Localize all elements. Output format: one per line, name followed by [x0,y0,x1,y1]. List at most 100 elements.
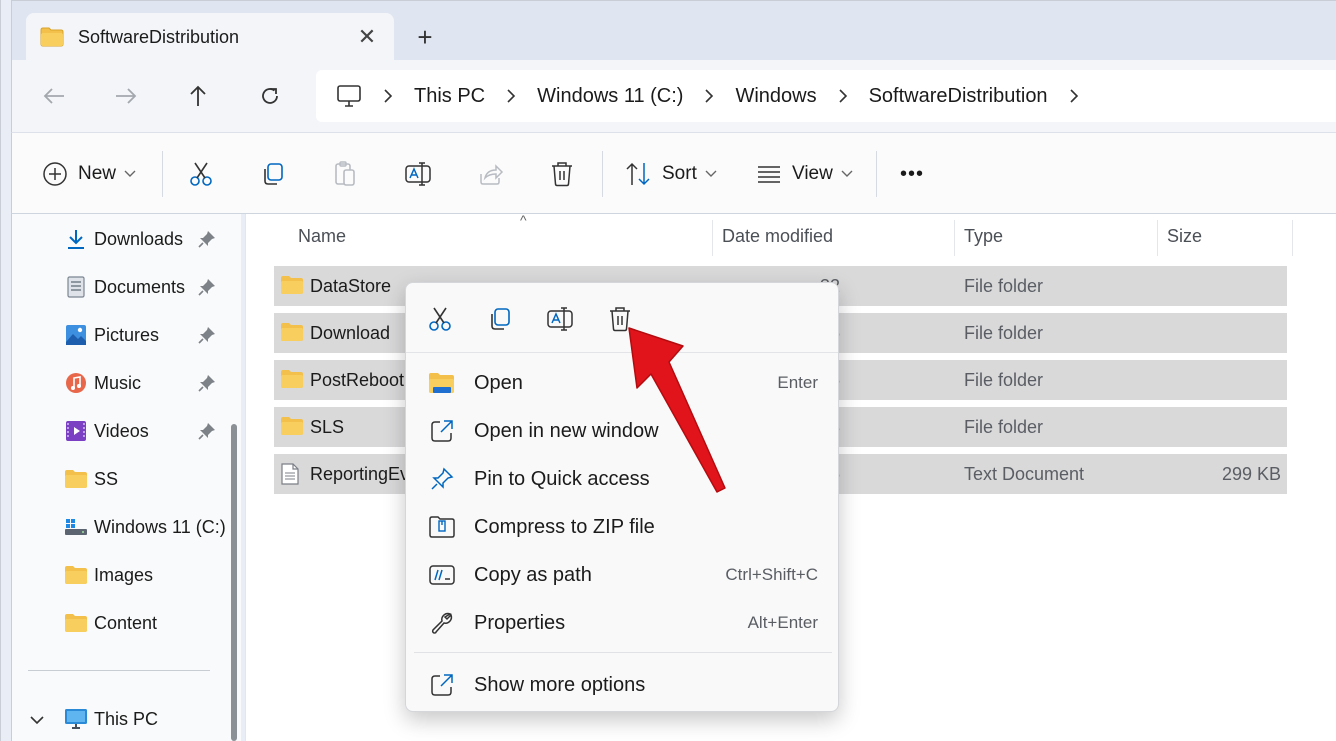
folder-icon [64,467,88,491]
forward-button[interactable] [108,78,144,114]
menu-item-open-new-window[interactable]: Open in new window [412,409,832,453]
refresh-icon [262,88,278,104]
pin-icon[interactable] [198,230,216,253]
folder-icon [280,369,304,394]
chevron-down-icon [124,170,136,177]
menu-item-shortcut: Enter [777,373,818,392]
context-menu: Open Enter Open in new window Pin to Qui… [405,282,839,712]
column-header-size[interactable]: Size [1167,226,1202,247]
breadcrumb-software-distribution[interactable]: SoftwareDistribution [869,85,1048,108]
share-button[interactable] [478,153,504,195]
sidebar-item-label: Downloads [94,228,184,249]
file-name: ReportingEv [310,464,410,484]
cut-button[interactable] [188,153,214,195]
file-size: 299 KB [1221,464,1281,484]
column-header-date[interactable]: Date modified [722,226,833,247]
close-tab-button[interactable]: ✕ [354,24,380,50]
context-delete-button[interactable] [602,301,638,337]
folder-icon [40,27,64,47]
share-icon [480,164,504,185]
more-options-icon [426,669,458,701]
trash-icon [552,162,572,187]
rename-icon [405,162,431,186]
music-icon [64,371,88,395]
menu-item-label: Properties [474,611,566,634]
sidebar-item-images[interactable]: Images [64,557,234,593]
pin-icon[interactable] [198,326,216,349]
drive-icon [64,515,88,539]
chevron-right-icon[interactable] [817,88,869,104]
breadcrumb-windows[interactable]: Windows [735,85,816,108]
menu-item-label: Show more options [474,673,646,696]
view-icon [758,166,780,183]
breadcrumb-this-pc[interactable]: This PC [414,85,485,108]
chevron-right-icon[interactable] [1048,88,1100,104]
chevron-down-icon[interactable] [30,712,44,730]
more-button[interactable]: ••• [900,153,924,195]
address-bar[interactable]: This PC Windows 11 (C:) Windows Software… [316,70,1336,122]
menu-item-shortcut: Alt+Enter [747,613,818,632]
chevron-down-icon [705,170,717,177]
new-tab-button[interactable]: + [408,21,442,55]
paste-icon [335,161,355,186]
sidebar-item-label: This PC [94,708,159,729]
sort-ascending-icon: ^ [520,212,527,228]
file-type: File folder [964,276,1044,296]
copy-button[interactable] [260,153,286,195]
pin-icon[interactable] [198,278,216,301]
file-name: SLS [310,417,345,437]
column-header-name[interactable]: Name [298,226,346,247]
rename-icon [547,307,573,331]
delete-button[interactable] [550,153,574,195]
chevron-right-icon[interactable] [362,88,414,104]
sidebar-item-label: Content [94,612,158,633]
column-header-type[interactable]: Type [964,226,1003,247]
menu-item-compress-zip[interactable]: Compress to ZIP file [412,505,832,549]
view-button[interactable]: View [756,153,853,195]
file-name: DataStore [310,276,392,296]
context-copy-button[interactable] [482,301,518,337]
computer-icon [337,85,361,107]
up-button[interactable] [180,78,216,114]
file-name: PostRebootI [310,370,410,390]
context-cut-button[interactable] [422,301,458,337]
plus-circle-icon [43,162,67,186]
chevron-right-icon[interactable] [485,88,537,104]
copy-icon [491,308,510,330]
new-button[interactable]: New [42,153,136,195]
sidebar-item-label: Pictures [94,324,160,345]
pin-icon[interactable] [198,422,216,445]
documents-icon [64,275,88,299]
menu-item-properties[interactable]: Properties Alt+Enter [412,601,832,645]
sidebar-item-content[interactable]: Content [64,605,234,641]
breadcrumb-drive[interactable]: Windows 11 (C:) [537,85,683,108]
sidebar-item-this-pc[interactable]: This PC [64,701,234,737]
context-rename-button[interactable] [542,301,578,337]
menu-item-open[interactable]: Open Enter [412,361,832,405]
new-label: New [78,163,117,184]
back-button[interactable] [36,78,72,114]
paste-button[interactable] [332,153,358,195]
tab-software-distribution[interactable]: SoftwareDistribution ✕ [26,13,394,61]
navigation-pane: Downloads Documents Pictures Music Video… [11,214,241,741]
sidebar-item-label: SS [94,468,119,489]
file-type: File folder [964,323,1044,343]
pin-icon [426,463,458,495]
menu-item-copy-as-path[interactable]: Copy as path Ctrl+Shift+C [412,553,832,597]
sidebar-item-windows-drive[interactable]: Windows 11 (C:) [64,509,234,545]
folder-icon [280,322,304,347]
rename-button[interactable] [404,153,432,195]
menu-item-show-more-options[interactable]: Show more options [412,663,832,707]
sort-button[interactable]: Sort [624,153,717,195]
tab-title: SoftwareDistribution [78,26,240,47]
menu-item-pin-quick-access[interactable]: Pin to Quick access [412,457,832,501]
sidebar-item-ss[interactable]: SS [64,461,234,497]
videos-icon [64,419,88,443]
pin-icon[interactable] [198,374,216,397]
menu-item-label: Open in new window [474,419,659,442]
chevron-right-icon[interactable] [683,88,735,104]
refresh-button[interactable] [252,78,288,114]
command-bar: New Sort View ••• [11,132,1336,214]
sidebar-scrollbar-thumb[interactable] [231,424,237,741]
copy-path-icon [426,559,458,591]
